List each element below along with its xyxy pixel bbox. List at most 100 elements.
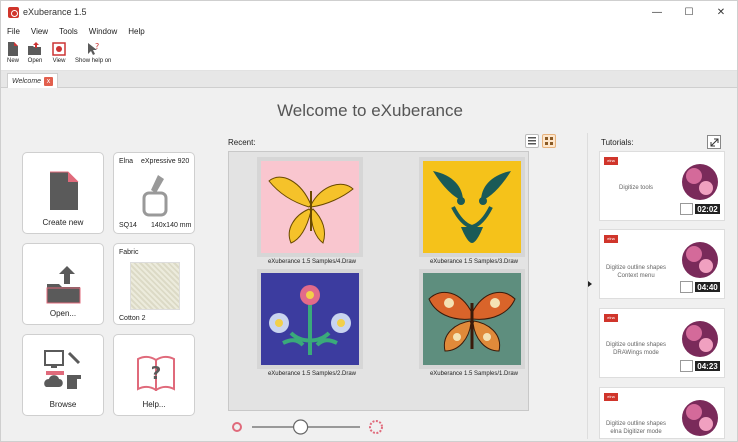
browse-tile[interactable]: Browse <box>22 334 104 416</box>
new-button[interactable]: New <box>7 41 19 64</box>
thumbnail-size-slider[interactable] <box>230 417 386 437</box>
app-window: eXuberance 1.5 — ☐ ✕ File View Tools Win… <box>0 0 738 442</box>
elna-logo: elna <box>604 157 618 165</box>
tutorial-card[interactable]: elna Digitize outline shapes elna Digiti… <box>599 387 725 439</box>
view-button[interactable]: View <box>51 41 67 64</box>
open-button[interactable]: Open <box>27 41 43 64</box>
list-view-button[interactable] <box>525 134 539 148</box>
elna-logo: elna <box>604 393 618 401</box>
help-pointer-icon: ? <box>88 42 99 55</box>
minimize-button[interactable]: — <box>641 1 673 23</box>
app-logo-icon <box>8 6 19 18</box>
menu-view[interactable]: View <box>31 27 48 36</box>
collapse-arrow-icon[interactable] <box>588 281 592 287</box>
menu-window[interactable]: Window <box>89 27 117 36</box>
machine-tile[interactable]: Elna eXpressive 920 SQ14 140x140 mm <box>113 152 195 234</box>
recent-panel: eXuberance 1.5 Samples/4.Draw eXuberance… <box>228 151 529 411</box>
elna-logo: elna <box>604 314 618 322</box>
open-label: Open... <box>49 309 77 318</box>
recent-item[interactable]: eXuberance 1.5 Samples/3.Draw <box>419 157 529 265</box>
create-new-icon <box>50 171 79 210</box>
help-label: Help... <box>142 400 166 409</box>
zoom-out-icon[interactable] <box>232 422 242 432</box>
elna-logo: elna <box>604 235 618 243</box>
moth-orange-icon <box>423 273 521 365</box>
slider-thumb[interactable] <box>292 419 309 435</box>
new-label: New <box>7 58 20 64</box>
machine-model: eXpressive 920 <box>141 158 190 165</box>
tutorial-card[interactable]: elna Digitize outline shapes Context men… <box>599 229 725 299</box>
view-icon <box>52 42 66 56</box>
page-title: Welcome to eXuberance <box>277 101 463 120</box>
play-badge <box>680 281 693 293</box>
view-label: View <box>52 58 66 64</box>
recent-item[interactable]: eXuberance 1.5 Samples/2.Draw <box>257 269 367 377</box>
expand-button[interactable] <box>707 135 721 149</box>
slider-svg <box>232 419 383 435</box>
tutorial-title: Digitize tools <box>618 185 653 191</box>
hoop-name: SQ14 <box>119 222 137 229</box>
play-badge <box>680 203 693 215</box>
flower-thumbnail <box>676 388 724 440</box>
tab-welcome[interactable]: Welcome x <box>7 73 59 88</box>
expand-icon <box>710 138 718 146</box>
help-tile[interactable]: ? Help... <box>113 334 195 416</box>
recent-caption: eXuberance 1.5 Samples/3.Draw <box>429 259 519 265</box>
toolbar: New Open View ? Show help on <box>1 39 737 71</box>
recent-thumbnail <box>419 157 525 257</box>
tutorials-label: Tutorials: <box>601 138 634 147</box>
menu-file[interactable]: File <box>7 27 20 36</box>
hoop-icon <box>142 175 168 217</box>
open-label: Open <box>27 58 43 64</box>
recent-item[interactable]: eXuberance 1.5 Samples/1.Draw <box>419 269 529 377</box>
tribal-face-icon <box>423 161 521 253</box>
machine-brand: Elna <box>119 158 134 165</box>
close-button[interactable]: ✕ <box>705 1 737 23</box>
window-title: eXuberance 1.5 <box>23 7 87 17</box>
open-folder-icon <box>28 42 42 55</box>
open-folder-large-icon <box>46 266 81 304</box>
tutorial-card[interactable]: elna Digitize tools 02:02 <box>599 151 725 221</box>
hoop-size: 140x140 mm <box>151 222 192 229</box>
recent-caption: eXuberance 1.5 Samples/4.Draw <box>267 259 357 265</box>
list-view-icon <box>528 137 536 145</box>
title-bar: eXuberance 1.5 — ☐ ✕ <box>1 1 737 23</box>
tutorial-title: Digitize outline shapes DRAWings mode <box>605 342 667 356</box>
play-badge <box>680 360 693 372</box>
recent-item[interactable]: eXuberance 1.5 Samples/4.Draw <box>257 157 367 265</box>
show-help-label: Show help on <box>75 58 112 64</box>
maximize-button[interactable]: ☐ <box>673 1 705 23</box>
fabric-swatch <box>130 262 180 310</box>
recent-thumbnail <box>419 269 525 369</box>
tutorial-title: Digitize outline shapes Context menu <box>605 265 667 279</box>
tab-strip: Welcome x <box>1 71 737 88</box>
tutorial-duration: 04:40 <box>694 281 721 293</box>
recent-caption: eXuberance 1.5 Samples/1.Draw <box>429 371 519 377</box>
menu-tools[interactable]: Tools <box>59 27 78 36</box>
fabric-heading: Fabric <box>119 249 139 256</box>
tutorial-duration: 04:23 <box>694 360 721 372</box>
new-document-icon <box>8 42 18 56</box>
svg-text:?: ? <box>151 363 161 384</box>
browse-label: Browse <box>49 400 77 409</box>
tutorial-duration: 02:02 <box>694 203 721 215</box>
browse-devices-icon <box>44 350 81 389</box>
menu-help[interactable]: Help <box>128 27 144 36</box>
open-tile[interactable]: Open... <box>22 243 104 325</box>
tutorial-card[interactable]: elna Digitize outline shapes DRAWings mo… <box>599 308 725 378</box>
recent-thumbnail <box>257 157 363 257</box>
menu-bar: File View Tools Window Help <box>1 23 737 39</box>
tutorial-title: Digitize outline shapes elna Digitizer m… <box>605 421 667 435</box>
help-book-icon: ? <box>137 355 175 391</box>
create-new-tile[interactable]: Create new <box>22 152 104 234</box>
tab-close-icon[interactable]: x <box>44 76 54 86</box>
grid-view-button[interactable] <box>542 134 556 148</box>
fabric-tile[interactable]: Fabric Cotton 2 <box>113 243 195 325</box>
recent-thumbnail <box>257 269 363 369</box>
butterfly-yellow-icon <box>261 161 359 253</box>
svg-text:?: ? <box>95 42 99 51</box>
recent-label: Recent: <box>228 138 256 147</box>
zoom-in-icon[interactable] <box>369 420 383 434</box>
flower-pattern-icon <box>261 273 359 365</box>
show-help-button[interactable]: ? Show help on <box>75 41 111 64</box>
